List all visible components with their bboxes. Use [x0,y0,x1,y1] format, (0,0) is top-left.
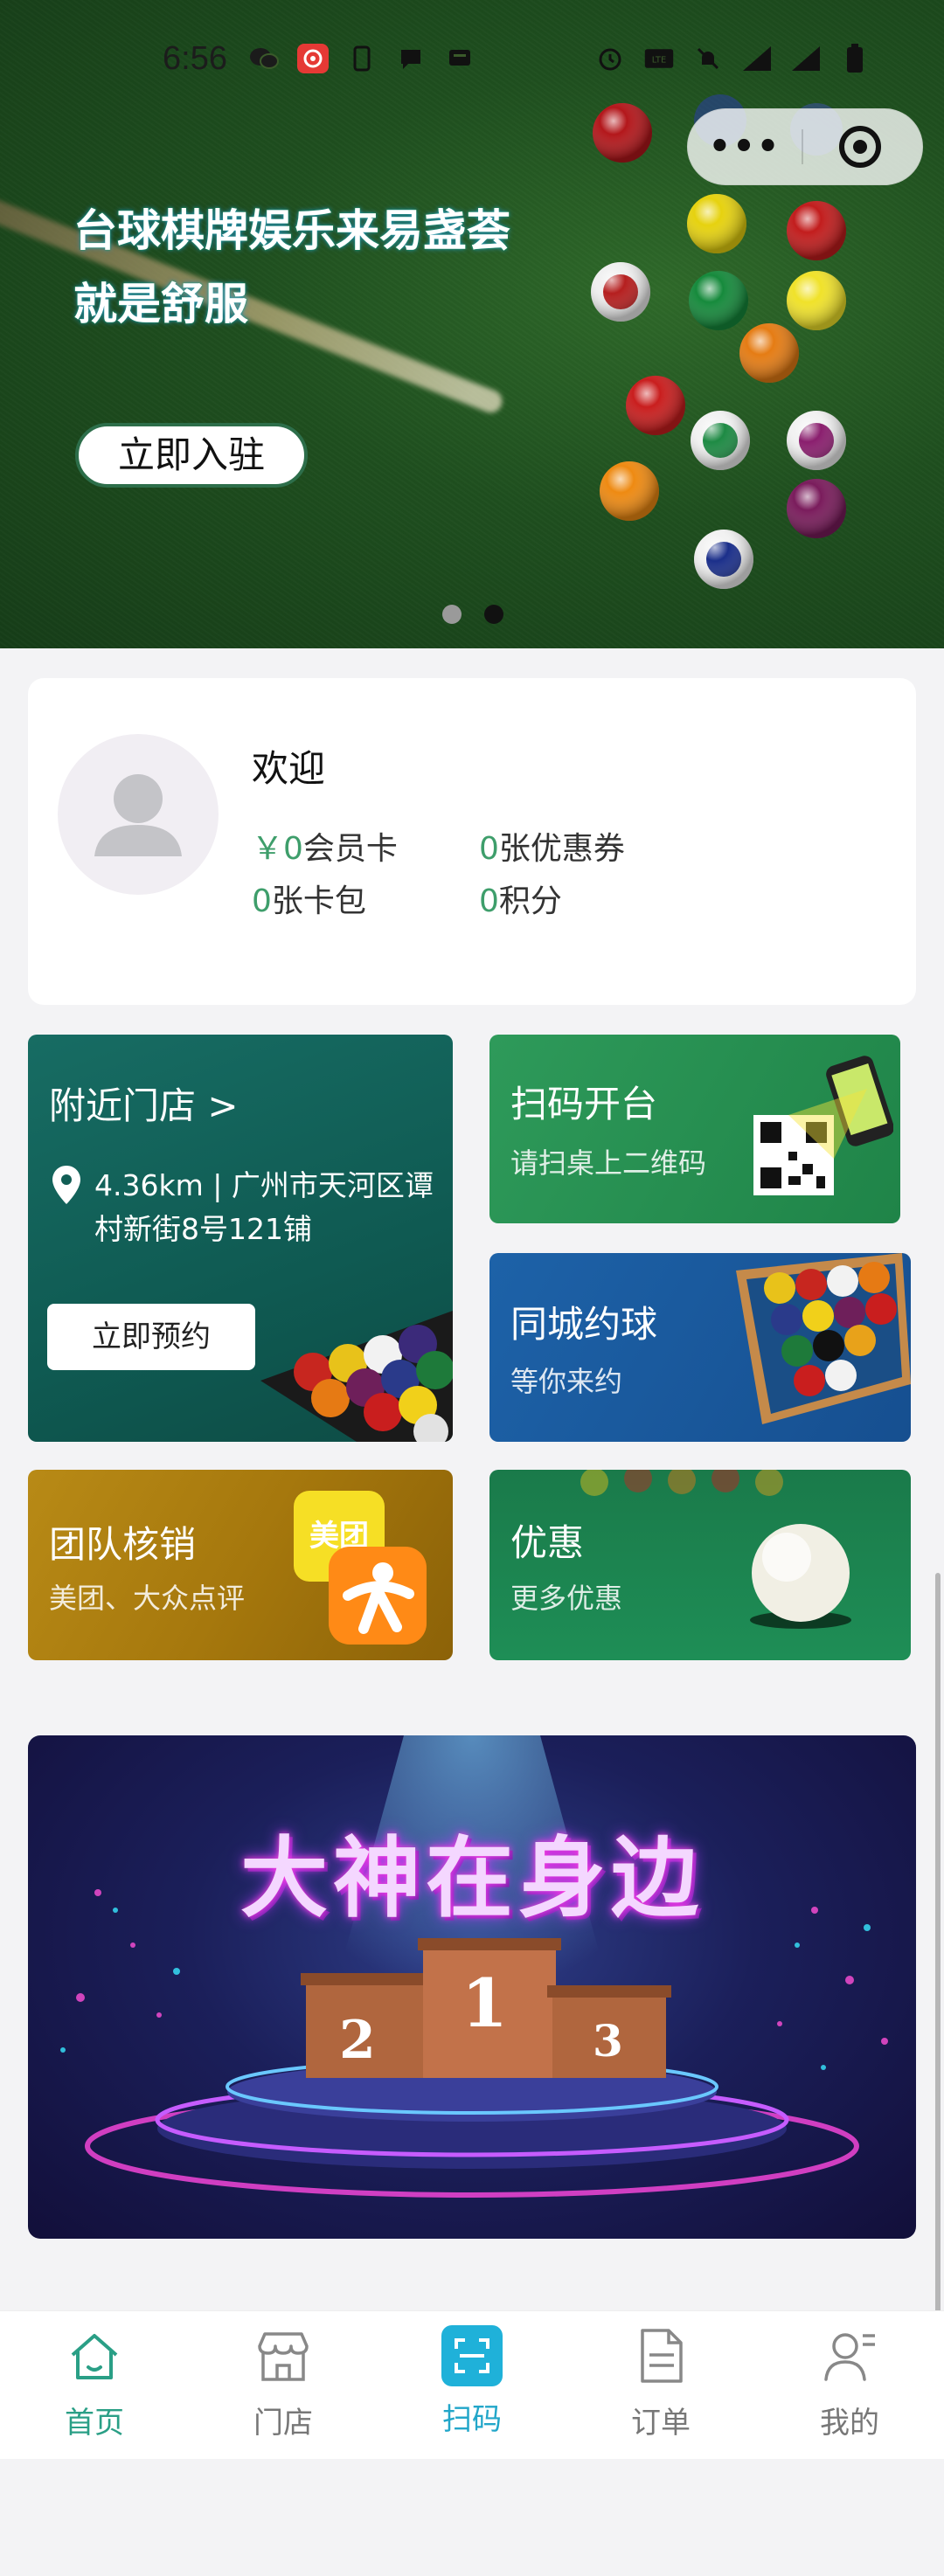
ball-rack-image [736,1253,911,1424]
tab-orders-label: 订单 [631,2406,691,2441]
avatar[interactable] [58,734,219,895]
local-match-tile[interactable]: 同城约球 等你来约 [489,1253,911,1442]
volte-icon: LTE [643,44,675,73]
svg-text:LTE: LTE [652,56,666,66]
signal-4g-icon [741,44,773,73]
balance-prefix: ￥ [252,831,284,867]
carousel-indicator[interactable] [442,605,503,624]
billiard-rack-image [260,1311,453,1442]
close-mini-program-button[interactable] [803,126,917,168]
local-match-title: 同城约球 [510,1303,658,1346]
default-user-icon [94,774,182,856]
message-icon [395,44,427,73]
status-time: 6:56 [163,40,227,77]
mute-icon [692,44,724,73]
balance-label: 会员卡 [302,831,398,867]
leaderboard-banner[interactable]: 大神在身边 2 1 3 [28,1735,916,2239]
cards-label: 张卡包 [271,883,366,919]
coupons-label: 张优惠券 [498,831,625,867]
podium-second: 2 [339,2010,376,2071]
leaderboard-title: 大神在身边 [240,1827,704,1929]
balance-value: 0 [283,831,303,867]
hero-title-line1: 台球棋牌娱乐来易盏荟 [73,205,510,256]
tab-home[interactable]: 首页 [33,2325,156,2441]
mini-program-capsule[interactable]: ••• [687,108,923,185]
team-verify-title: 团队核销 [49,1523,197,1566]
order-icon [641,2329,683,2383]
points-stat[interactable]: 0积分 [479,876,562,921]
home-icon [71,2334,118,2379]
tab-scan-label: 扫码 [442,2402,502,2437]
nearby-store-tile[interactable]: 附近门店 > 4.36km | 广州市天河区谭村新街8号121铺 立即预约 [28,1035,453,1442]
points-label: 积分 [498,883,562,919]
cards-value: 0 [252,883,272,919]
battery-icon [839,44,871,73]
team-verify-tile[interactable]: 美团 团队核销 美团、大众点评 [28,1470,453,1660]
store-address: 4.36km | 广州市天河区谭村新街8号121铺 [94,1168,434,1246]
coupons-stat[interactable]: 0张优惠券 [479,823,625,869]
cards-stat[interactable]: 0张卡包 [252,876,366,921]
book-now-button[interactable]: 立即预约 [47,1304,255,1370]
local-match-subtitle: 等你来约 [510,1365,623,1398]
status-bar: 6:56 LTE [0,31,944,87]
points-value: 0 [479,883,499,919]
target-ring-icon [839,126,881,168]
tab-orders[interactable]: 订单 [600,2325,722,2441]
dianping-logo-icon [329,1547,427,1645]
hero-title-line2: 就是舒服 [73,279,248,329]
store-icon [258,2332,309,2381]
carousel-dot[interactable] [442,605,462,624]
carousel-dot-active[interactable] [484,605,503,624]
scan-tab-bg [441,2325,503,2386]
more-dots-icon[interactable]: ••• [688,127,802,167]
scan-tile-subtitle: 请扫桌上二维码 [510,1146,707,1180]
hero-title: 台球棋牌娱乐来易盏荟 就是舒服 [73,194,615,341]
join-now-button[interactable]: 立即入驻 [75,423,308,488]
tab-scan[interactable]: 扫码 [411,2325,533,2438]
user-icon [824,2333,875,2381]
netease-music-icon [297,44,329,73]
tab-store[interactable]: 门店 [222,2325,344,2441]
qr-phone-image [753,1056,893,1195]
location-pin-icon [52,1166,80,1204]
promotions-subtitle: 更多优惠 [510,1582,623,1615]
scan-icon [441,2325,503,2386]
team-verify-subtitle: 美团、大众点评 [49,1582,246,1615]
wechat-icon [248,44,280,73]
sim-icon [346,44,378,73]
hero-banner[interactable]: 6:56 LTE ••• 台球棋牌娱乐来易盏荟 就是舒服 立即入驻 [0,0,944,648]
signal-4g-icon [790,44,822,73]
tab-home-label: 首页 [65,2406,124,2441]
podium-first: 1 [462,1964,508,2042]
bottom-tab-bar: 首页 门店 扫码 订单 我的 [0,2310,944,2459]
member-card-stat[interactable]: ￥0会员卡 [252,823,398,869]
profile-card[interactable]: 欢迎 ￥0会员卡 0张优惠券 0张卡包 0积分 [28,678,916,1005]
promotions-title: 优惠 [510,1521,585,1564]
scan-open-table-tile[interactable]: 扫码开台 请扫桌上二维码 [489,1035,900,1223]
scan-tile-title: 扫码开台 [510,1083,658,1125]
welcome-text: 欢迎 [252,747,326,790]
coupons-value: 0 [479,831,499,867]
tab-mine-label: 我的 [820,2406,879,2441]
notification-icon [444,44,475,73]
alarm-icon [594,44,626,73]
nearby-store-title[interactable]: 附近门店 > [49,1077,239,1130]
tab-store-label: 门店 [253,2406,313,2441]
promotions-tile[interactable]: 优惠 更多优惠 [489,1470,911,1660]
podium-third: 3 [593,2015,623,2067]
tab-mine[interactable]: 我的 [788,2325,911,2441]
